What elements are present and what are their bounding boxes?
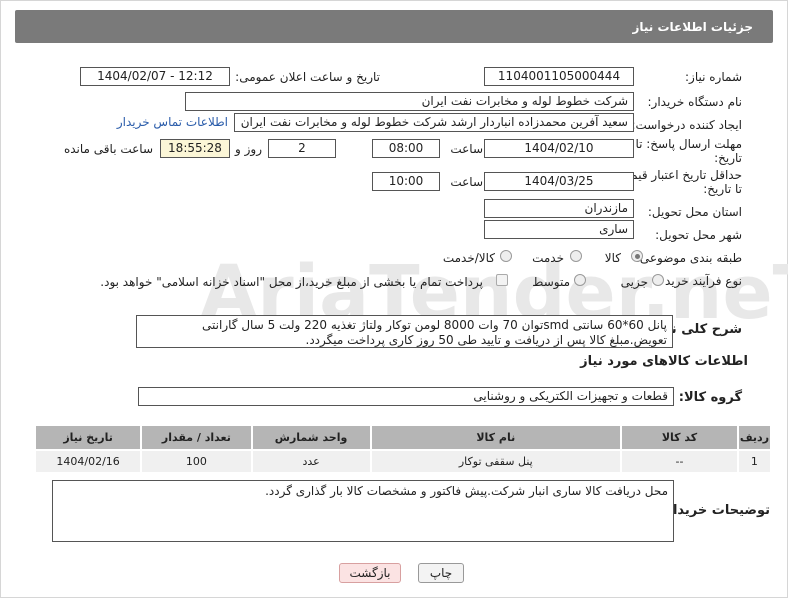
category-option-goods: کالا — [604, 251, 621, 265]
print-button[interactable]: چاپ — [418, 563, 464, 583]
deadline-time-label: ساعت — [450, 142, 483, 156]
deadline-time-field: 08:00 — [372, 139, 440, 158]
page-title: جزئیات اطلاعات نیاز — [632, 20, 753, 34]
col-quantity: تعداد / مقدار — [140, 424, 253, 451]
goods-table: ردیف کد کالا نام کالا واحد شمارش تعداد /… — [33, 424, 773, 474]
need-number-label: شماره نیاز: — [685, 70, 742, 84]
table-row: 1 -- پنل سقفی توکار عدد 100 1404/02/16 — [33, 449, 773, 474]
category-radio-service[interactable] — [570, 250, 582, 262]
announce-label: تاریخ و ساعت اعلان عمومی: — [235, 70, 380, 84]
page-header: جزئیات اطلاعات نیاز — [15, 10, 773, 43]
price-validity-time-field: 10:00 — [372, 172, 440, 191]
col-item-code: کد کالا — [620, 424, 739, 451]
need-number-field: 1104001105000444 — [484, 67, 634, 86]
remaining-time-label: ساعت باقی مانده — [63, 142, 153, 156]
buyer-org-label: نام دستگاه خریدار: — [647, 95, 743, 109]
goods-info-title: اطلاعات کالاهای مورد نیاز — [580, 354, 748, 369]
payment-note: پرداخت تمام یا بخشی از مبلغ خرید،از محل … — [100, 275, 483, 289]
buyer-notes-label: توضیحات خریدار: — [660, 503, 770, 518]
buyer-notes-text: محل دریافت کالا ساری انبار شرکت.پیش فاکت… — [265, 484, 668, 498]
cell-item-code: -- — [620, 449, 739, 474]
col-unit: واحد شمارش — [250, 424, 372, 451]
deadline-date-field: 1404/02/10 — [484, 139, 634, 158]
process-option-medium: متوسط — [532, 275, 570, 289]
cell-row-number: 1 — [736, 449, 773, 474]
col-item-name: نام کالا — [369, 424, 623, 451]
price-validity-label-line2: تا تاریخ: — [703, 182, 742, 196]
category-radio-goods[interactable] — [631, 250, 643, 262]
cell-quantity: 100 — [140, 449, 253, 474]
announce-field: 1404/02/07 - 12:12 — [80, 67, 230, 86]
buyer-notes-textarea[interactable]: محل دریافت کالا ساری انبار شرکت.پیش فاکت… — [52, 480, 674, 542]
buyer-org-field: شرکت خطوط لوله و مخابرات نفت ایران — [185, 92, 634, 111]
description-textarea[interactable]: پانل 60*60 سانتی smdتوان 70 وات 8000 لوم… — [136, 315, 673, 348]
city-label: شهر محل تحویل: — [655, 228, 742, 242]
goods-group-field: قطعات و تجهیزات الکتریکی و روشنایی — [138, 387, 674, 406]
category-radio-goods-service[interactable] — [500, 250, 512, 262]
days-label: روز و — [235, 142, 262, 156]
col-need-date: تاریخ نیاز — [33, 424, 143, 451]
contact-buyer-link[interactable]: اطلاعات تماس خریدار — [117, 115, 228, 129]
cell-need-date: 1404/02/16 — [33, 449, 143, 474]
remaining-time-field: 18:55:28 — [160, 139, 230, 158]
province-field: مازندران — [484, 199, 634, 218]
payment-treasury-checkbox[interactable] — [496, 274, 508, 286]
process-option-minor: جزیی — [620, 275, 648, 289]
col-row-number: ردیف — [736, 424, 773, 451]
category-option-goods-service: کالا/خدمت — [442, 251, 495, 265]
deadline-label-line2: تاریخ: — [714, 151, 742, 165]
requester-label: ایجاد کننده درخواست: — [631, 118, 742, 132]
category-option-service: خدمت — [532, 251, 564, 265]
requester-field: سعید آفرین محمدزاده انباردار ارشد شرکت خ… — [234, 113, 634, 132]
price-validity-label-line1: حداقل تاریخ اعتبار قیمت: — [615, 168, 742, 182]
process-radio-medium[interactable] — [574, 274, 586, 286]
deadline-label-line1: مهلت ارسال پاسخ: تا — [635, 137, 742, 151]
process-radio-minor[interactable] — [652, 274, 664, 286]
city-field: ساری — [484, 220, 634, 239]
back-button[interactable]: بازگشت — [339, 563, 401, 583]
province-label: استان محل تحویل: — [647, 205, 742, 219]
price-validity-time-label: ساعت — [450, 175, 483, 189]
cell-unit: عدد — [250, 449, 372, 474]
description-text: پانل 60*60 سانتی smdتوان 70 وات 8000 لوم… — [202, 318, 667, 347]
category-label: طبقه بندی موضوعی: — [635, 251, 742, 265]
process-label: نوع فرآیند خرید : — [657, 274, 742, 288]
cell-item-name: پنل سقفی توکار — [369, 449, 623, 474]
goods-group-label: گروه کالا: — [678, 390, 742, 405]
goods-table-header: ردیف کد کالا نام کالا واحد شمارش تعداد /… — [33, 424, 773, 451]
days-remaining-field: 2 — [268, 139, 336, 158]
price-validity-date-field: 1404/03/25 — [484, 172, 634, 191]
